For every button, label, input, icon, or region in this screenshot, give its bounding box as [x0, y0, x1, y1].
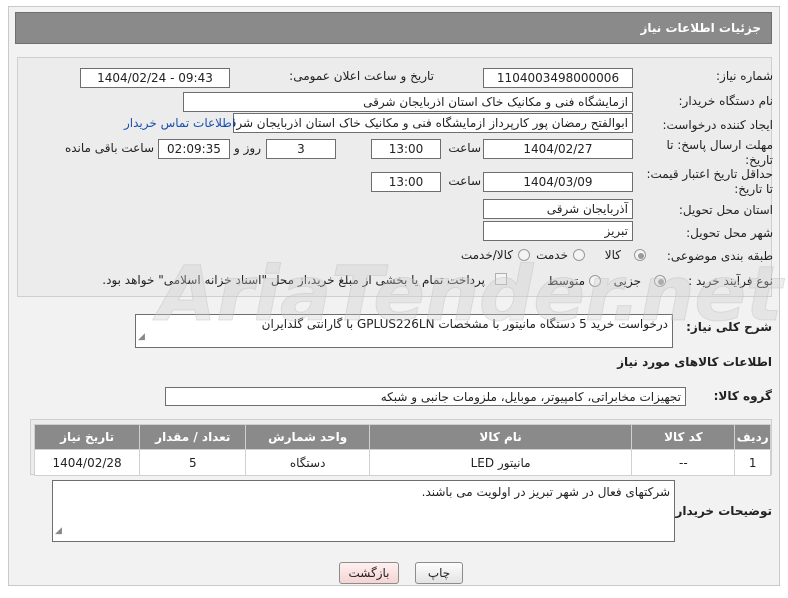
goods-info-title: اطلاعات کالاهای مورد نیاز	[617, 355, 772, 369]
delivery-province-field: آذربایجان شرقی	[483, 199, 633, 219]
items-table: ردیف کد کالا نام کالا واحد شمارش تعداد /…	[33, 424, 771, 476]
buyer-org-label: نام دستگاه خریدار:	[678, 94, 774, 108]
announce-datetime-label: تاریخ و ساعت اعلان عمومی:	[289, 69, 434, 83]
back-button[interactable]: بازگشت	[339, 562, 399, 584]
reply-time-field: 13:00	[371, 139, 441, 159]
reply-time-label: ساعت	[448, 141, 481, 155]
buyer-notes-field: شرکتهای فعال در شهر تبریز در اولویت می ب…	[52, 480, 675, 542]
purchase-type-label: نوع فرآیند خرید :	[688, 274, 773, 288]
remaining-time-field: 02:09:35	[158, 139, 230, 159]
resize-grip-icon[interactable]: ◢	[55, 522, 62, 540]
cell-item-code: --	[631, 449, 736, 476]
col-unit: واحد شمارش	[245, 424, 370, 450]
cell-quantity: 5	[139, 449, 247, 476]
price-validity-time-field: 13:00	[371, 172, 441, 192]
buyer-notes-text: شرکتهای فعال در شهر تبریز در اولویت می ب…	[421, 485, 670, 499]
category-goods-label: کالا	[604, 248, 621, 262]
col-need-date: تاریخ نیاز	[33, 424, 141, 450]
resize-grip-icon[interactable]: ◢	[138, 328, 145, 346]
buyer-contact-link[interactable]: اطلاعات تماس خریدار	[124, 116, 235, 130]
col-row-number: ردیف	[734, 424, 771, 450]
category-service-label: خدمت	[536, 248, 568, 262]
buyer-org-field: ازمایشگاه فنی و مکانیک خاک استان اذربایج…	[183, 92, 633, 112]
cell-item-name: مانیتور LED	[368, 449, 633, 476]
category-service-radio[interactable]	[573, 249, 585, 261]
need-number-label: شماره نیاز:	[716, 69, 773, 83]
col-item-name: نام کالا	[368, 424, 633, 450]
treasury-payment-checkbox[interactable]	[495, 273, 507, 285]
need-number-field: 1104003498000006	[483, 68, 633, 88]
price-validity-time-label: ساعت	[448, 174, 481, 188]
description-field: درخواست خرید 5 دستگاه مانیتور با مشخصات …	[135, 314, 673, 348]
category-goods-radio[interactable]	[634, 249, 646, 261]
price-validity-date-field: 1404/03/09	[483, 172, 633, 192]
col-item-code: کد کالا	[631, 424, 736, 450]
requester-label: ایجاد کننده درخواست:	[662, 118, 773, 132]
page-header: جزئیات اطلاعات نیاز	[15, 12, 772, 44]
reply-date-field: 1404/02/27	[483, 139, 633, 159]
remaining-time-label: ساعت باقی مانده	[64, 141, 154, 155]
category-label: طبقه بندی موضوعی:	[666, 249, 773, 263]
reply-days-field: 3	[266, 139, 336, 159]
items-table-wrap: ردیف کد کالا نام کالا واحد شمارش تعداد /…	[33, 424, 771, 476]
purchase-medium-radio[interactable]	[589, 275, 601, 287]
purchase-minor-label: جزیی	[613, 274, 641, 288]
cell-need-date: 1404/02/28	[33, 449, 141, 476]
requester-field: ابوالفتح رمضان پور کارپرداز ازمایشگاه فن…	[233, 113, 633, 133]
category-goods-service-label: کالا/خدمت	[460, 248, 513, 262]
col-quantity: تعداد / مقدار	[139, 424, 247, 450]
cell-unit: دستگاه	[245, 449, 370, 476]
price-validity-label: حداقل تاریخ اعتبار قیمت:	[646, 167, 773, 181]
delivery-city-field: تبریز	[483, 221, 633, 241]
reply-deadline-label: مهلت ارسال پاسخ: تا	[666, 138, 773, 152]
print-button[interactable]: چاپ	[415, 562, 463, 584]
buyer-notes-label: توضیحات خریدار:	[670, 504, 772, 518]
announce-datetime-field: 1404/02/24 - 09:43	[80, 68, 230, 88]
description-label: شرح کلی نیاز:	[686, 320, 772, 334]
description-text: درخواست خرید 5 دستگاه مانیتور با مشخصات …	[261, 317, 668, 331]
reply-deadline-label-2: تاریخ:	[745, 153, 773, 167]
page-title: جزئیات اطلاعات نیاز	[640, 21, 761, 35]
delivery-city-label: شهر محل تحویل:	[686, 226, 773, 240]
purchase-minor-radio[interactable]	[654, 275, 666, 287]
price-validity-label-2: تا تاریخ:	[734, 182, 773, 196]
table-row: 1 -- مانیتور LED دستگاه 5 1404/02/28	[33, 449, 771, 476]
category-goods-service-radio[interactable]	[518, 249, 530, 261]
delivery-province-label: استان محل تحویل:	[678, 203, 773, 217]
goods-group-field: تجهیزات مخابراتی، کامپیوتر، موبایل، ملزو…	[165, 387, 686, 406]
table-header-row: ردیف کد کالا نام کالا واحد شمارش تعداد /…	[33, 424, 771, 450]
cell-row-number: 1	[734, 449, 771, 476]
goods-group-label: گروه کالا:	[713, 389, 772, 403]
treasury-payment-note: پرداخت تمام یا بخشی از مبلغ خرید،از محل …	[102, 273, 485, 287]
purchase-medium-label: متوسط	[547, 274, 585, 288]
days-label: روز و	[234, 141, 261, 155]
